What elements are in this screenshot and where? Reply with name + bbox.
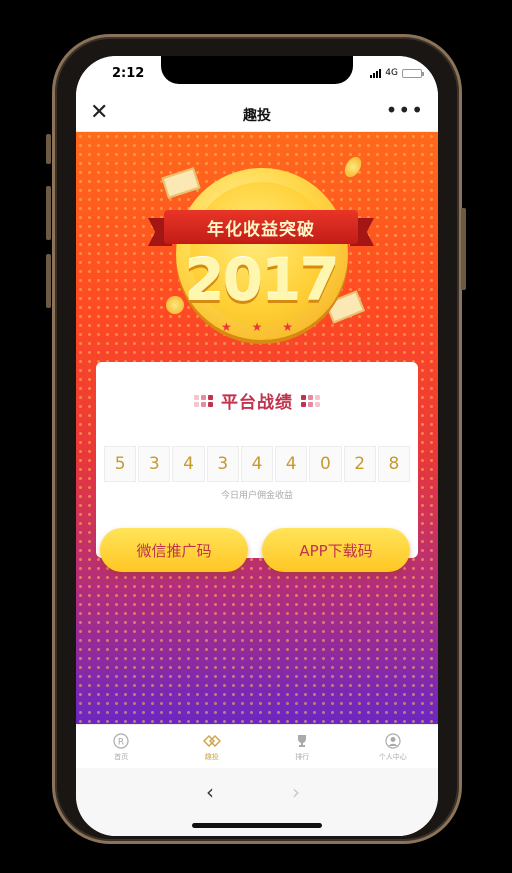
earnings-digit: 2: [343, 446, 376, 482]
browser-toolbar: ‹ ›: [76, 768, 438, 836]
tab-ranking[interactable]: 排行: [257, 725, 348, 768]
earnings-digit: 3: [138, 446, 171, 482]
ribbon-text: 年化收益突破: [207, 219, 315, 240]
year-number: 2017: [184, 246, 339, 314]
main-content: 年化收益突破 2017 ★ ★ ★ 平台战绩 534344028 今日用户佣金收…: [76, 132, 438, 724]
dot-grid-icon: [194, 394, 213, 407]
svg-text:R: R: [118, 737, 124, 747]
user-icon: [384, 732, 402, 750]
registered-icon: R: [112, 732, 130, 750]
status-bar: 2:12 4G: [76, 56, 438, 96]
nav-bar: ✕ 趣投 •••: [76, 96, 438, 132]
tab-label: 排行: [295, 752, 310, 761]
tab-profile[interactable]: 个人中心: [348, 725, 439, 768]
trophy-icon: [293, 732, 311, 750]
mute-switch: [46, 134, 51, 164]
network-type: 4G: [385, 68, 398, 78]
power-button: [461, 208, 466, 290]
app-download-code-button[interactable]: APP下载码: [262, 528, 410, 572]
phone-screen: 2:12 4G ✕ 趣投 ••• 年化收益突破 2017 ★ ★ ★ 平台战绩 …: [76, 56, 438, 836]
bottom-tab-bar: R 首页 趣投 排行 个人中心: [76, 724, 438, 768]
home-indicator[interactable]: [192, 823, 322, 828]
more-options-icon[interactable]: •••: [386, 98, 424, 122]
signal-icon: [370, 68, 382, 78]
invest-icon: [202, 732, 221, 750]
battery-icon: [402, 68, 424, 78]
earnings-digit: 3: [206, 446, 239, 482]
ribbon-body: 年化收益突破: [164, 210, 358, 244]
earnings-digit: 4: [240, 446, 274, 482]
earnings-digit: 8: [377, 446, 410, 482]
forward-arrow-icon[interactable]: ›: [292, 780, 300, 804]
back-arrow-icon[interactable]: ‹: [206, 780, 214, 804]
earnings-digit: 4: [172, 446, 205, 482]
banknote-icon: [161, 167, 201, 199]
earnings-counter: 534344028: [104, 446, 410, 482]
stats-card-title: 平台战绩: [221, 393, 293, 413]
stats-card-header: 平台战绩: [96, 388, 418, 413]
tab-label: 个人中心: [378, 752, 407, 761]
tab-label: 首页: [114, 752, 129, 761]
notch: [161, 56, 353, 84]
earnings-digit: 0: [309, 446, 342, 482]
year-medal: 年化收益突破 2017 ★ ★ ★: [148, 146, 374, 356]
coin-icon: [341, 153, 365, 181]
tab-label: 趣投: [204, 752, 219, 761]
earnings-caption: 今日用户佣金收益: [220, 491, 293, 501]
status-indicators: 4G: [370, 68, 424, 78]
page-title: 趣投: [243, 108, 271, 124]
tab-invest[interactable]: 趣投: [167, 725, 258, 768]
volume-down-button: [46, 254, 51, 308]
status-time: 2:12: [112, 66, 145, 81]
volume-up-button: [46, 186, 51, 240]
star-row: ★ ★ ★: [221, 320, 301, 334]
ribbon-banner: 年化收益突破: [148, 210, 374, 246]
dot-grid-icon: [301, 394, 320, 407]
earnings-digit: 4: [275, 446, 308, 482]
tab-home[interactable]: R 首页: [76, 725, 167, 768]
wechat-promo-code-button[interactable]: 微信推广码: [100, 528, 248, 572]
earnings-digit: 5: [104, 446, 137, 482]
